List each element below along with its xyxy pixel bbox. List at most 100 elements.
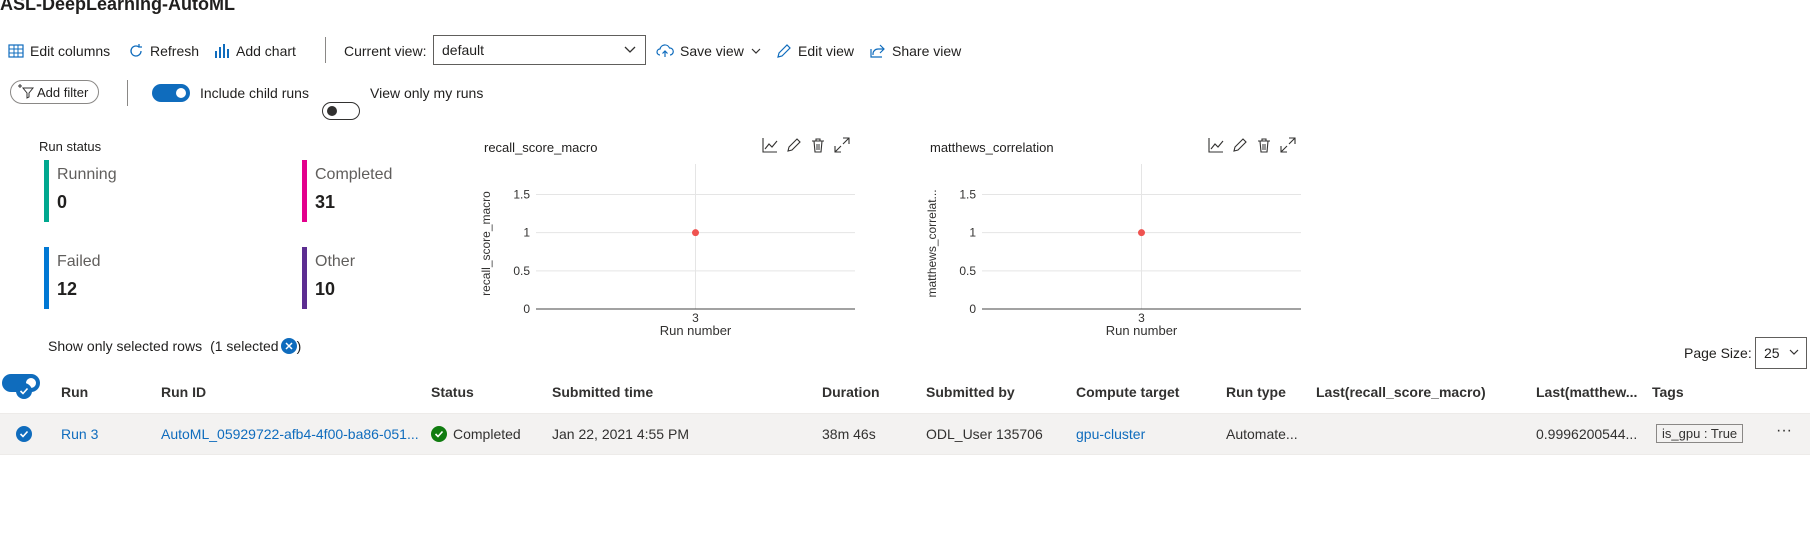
current-view-label: Current view: [344, 43, 427, 59]
status-label: Running [57, 166, 117, 183]
status-cell: Completed [431, 426, 521, 442]
chevron-down-icon [1788, 345, 1800, 361]
edit-columns-button[interactable]: Edit columns [8, 40, 110, 62]
status-label: Completed [315, 166, 393, 183]
cloud-upload-icon [656, 43, 674, 59]
view-only-my-runs-toggle[interactable] [322, 102, 360, 120]
y-tick-label: 0 [969, 302, 976, 316]
y-tick-label: 1 [523, 226, 530, 240]
column-header-submitted-by[interactable]: Submitted by [926, 384, 1015, 400]
status-label: Other [315, 253, 356, 270]
row-checkbox[interactable] [16, 426, 32, 442]
chevron-down-icon [623, 42, 637, 59]
y-tick-label: 1.5 [959, 188, 976, 202]
selection-summary: Show only selected rows (1 selected ) [48, 338, 301, 354]
y-tick-label: 0.5 [513, 264, 530, 278]
column-header-duration[interactable]: Duration [822, 384, 880, 400]
run-status-failed: Failed 12 [44, 247, 244, 309]
x-axis-label: Run number [1106, 323, 1178, 338]
table-columns-icon [8, 43, 24, 59]
chevron-down-icon [750, 45, 762, 57]
chart-actions [762, 137, 850, 156]
expand-icon[interactable] [834, 137, 850, 156]
column-header-run[interactable]: Run [61, 384, 88, 400]
chart-title: recall_score_macro [484, 140, 598, 155]
status-count: 0 [57, 192, 68, 212]
selected-count: (1 selected [210, 338, 279, 354]
last-matthews-cell: 0.9996200544... [1536, 426, 1638, 442]
bar-chart-icon [214, 43, 230, 59]
column-header-tags[interactable]: Tags [1652, 384, 1684, 400]
clear-selection-icon[interactable] [280, 338, 297, 354]
include-child-runs-label: Include child runs [200, 85, 309, 101]
chart-title: matthews_correlation [930, 140, 1054, 155]
select-all-checkbox[interactable] [16, 383, 32, 399]
current-view-dropdown[interactable]: default [433, 35, 646, 65]
column-header-submitted-time[interactable]: Submitted time [552, 384, 653, 400]
matthews-correlation-chart: 1.510.503Run numbermatthews_correlat... [926, 164, 1301, 338]
column-header-compute-target[interactable]: Compute target [1076, 384, 1179, 400]
status-color-bar [44, 247, 49, 309]
filter-divider [127, 80, 128, 106]
trash-icon[interactable] [1256, 137, 1272, 156]
duration-cell: 38m 46s [822, 426, 876, 442]
pencil-icon[interactable] [786, 137, 802, 156]
save-view-label: Save view [680, 43, 744, 59]
refresh-icon [128, 43, 144, 59]
page-title: ASL-DeepLearning-AutoML [0, 0, 235, 14]
edit-view-button[interactable]: Edit view [776, 40, 854, 62]
add-chart-button[interactable]: Add chart [214, 40, 296, 62]
filter-icon [17, 83, 35, 102]
status-color-bar [302, 160, 307, 222]
edit-view-label: Edit view [798, 43, 855, 59]
column-header-run-id[interactable]: Run ID [161, 384, 206, 400]
page-size-value: 25 [1764, 345, 1780, 361]
data-point [1138, 229, 1145, 237]
run-status-title: Run status [39, 139, 102, 154]
share-view-label: Share view [892, 43, 962, 59]
expand-icon[interactable] [1280, 137, 1296, 156]
submitted-by-cell: ODL_User 135706 [926, 426, 1043, 442]
pencil-icon[interactable] [1232, 137, 1248, 156]
status-color-bar [302, 247, 307, 309]
status-count: 10 [315, 279, 336, 299]
current-view-value: default [442, 42, 485, 58]
data-point [692, 229, 699, 237]
line-chart-icon[interactable] [762, 137, 778, 156]
column-header-last-recall[interactable]: Last(recall_score_macro) [1316, 384, 1486, 400]
y-tick-label: 0.5 [959, 264, 976, 278]
column-header-run-type[interactable]: Run type [1226, 384, 1286, 400]
page-size-label: Page Size: [1684, 345, 1752, 361]
line-chart-icon[interactable] [1208, 137, 1224, 156]
refresh-button[interactable]: Refresh [128, 40, 199, 62]
save-view-button[interactable]: Save view [656, 40, 762, 62]
pencil-icon [776, 43, 792, 59]
run-status-running: Running 0 [44, 160, 244, 222]
run-type-cell: Automate... [1226, 426, 1298, 442]
status-count: 12 [57, 279, 78, 299]
y-tick-label: 1 [969, 226, 976, 240]
show-selected-rows-label: Show only selected rows [48, 338, 203, 354]
trash-icon[interactable] [810, 137, 826, 156]
add-chart-label: Add chart [236, 43, 296, 59]
include-child-runs-toggle[interactable] [152, 84, 190, 102]
tag-badge[interactable]: is_gpu : True [1656, 424, 1744, 443]
compute-target-link[interactable]: gpu-cluster [1076, 426, 1145, 442]
edit-columns-label: Edit columns [30, 43, 111, 59]
x-axis-label: Run number [660, 323, 732, 338]
column-header-status[interactable]: Status [431, 384, 474, 400]
selected-count-close: ) [296, 338, 302, 354]
status-count: 31 [315, 192, 336, 212]
run-link[interactable]: Run 3 [61, 426, 98, 442]
page-size-dropdown[interactable]: 25 [1755, 337, 1807, 369]
share-view-button[interactable]: Share view [870, 40, 961, 62]
status-color-bar [44, 160, 49, 222]
row-more-options-icon[interactable]: ··· [1776, 422, 1792, 440]
add-filter-button[interactable]: Add filter [10, 80, 100, 104]
status-text: Completed [453, 426, 521, 442]
checkmark-circle-icon [431, 426, 447, 442]
run-id-link[interactable]: AutoML_05929722-afb4-4f00-ba86-051... [161, 426, 419, 442]
toolbar-divider [325, 37, 326, 63]
column-header-last-matthews[interactable]: Last(matthew... [1536, 384, 1637, 400]
recall-score-macro-chart: 1.510.503Run numberrecall_score_macro [480, 164, 855, 338]
